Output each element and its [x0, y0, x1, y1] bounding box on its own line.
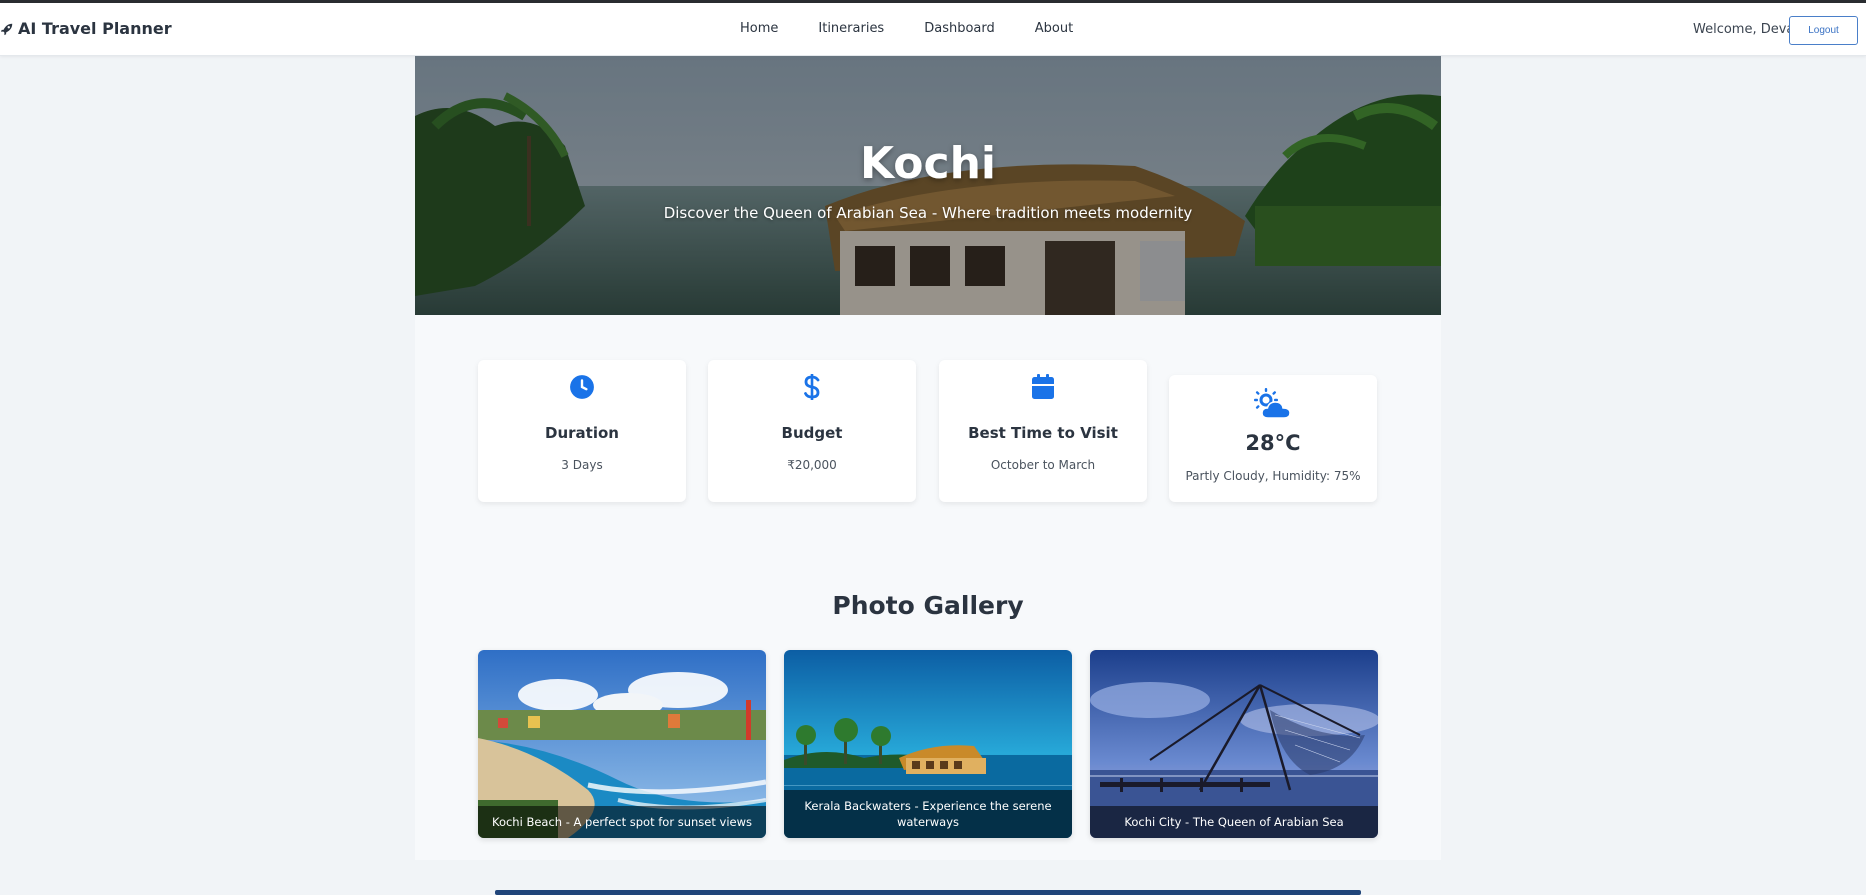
logout-button[interactable]: Logout [1789, 16, 1858, 45]
weather-details: Partly Cloudy, Humidity: 75% [1185, 469, 1361, 483]
brand-logo[interactable]: AI Travel Planner [0, 19, 172, 38]
gallery-photo-backwaters[interactable]: Kerala Backwaters - Experience the seren… [784, 650, 1072, 838]
weather-temperature: 28°C [1245, 431, 1301, 455]
gallery-photo-beach[interactable]: Kochi Beach - A perfect spot for sunset … [478, 650, 766, 838]
gallery-title: Photo Gallery [832, 591, 1024, 620]
welcome-text: Welcome, Deva [1693, 22, 1795, 37]
calendar-icon [1032, 374, 1054, 399]
destination-subtitle: Discover the Queen of Arabian Sea - Wher… [663, 204, 1193, 222]
budget-title: Budget [781, 424, 843, 442]
best-time-title: Best Time to Visit [968, 424, 1118, 442]
nav-home[interactable]: Home [740, 21, 778, 36]
duration-title: Duration [545, 424, 619, 442]
nav-itineraries[interactable]: Itineraries [818, 21, 884, 36]
budget-card: Budget ₹20,000 [708, 360, 916, 502]
partly-cloudy-icon [1254, 388, 1291, 419]
photo-caption: Kochi City - The Queen of Arabian Sea [1090, 805, 1378, 838]
duration-value: 3 Days [561, 458, 603, 472]
best-time-value: October to March [990, 458, 1096, 472]
nav-dashboard[interactable]: Dashboard [924, 21, 995, 36]
nav-links: Home Itineraries Dashboard About [740, 21, 1113, 36]
brand-name: AI Travel Planner [18, 19, 172, 38]
rocket-icon [0, 23, 13, 35]
clock-icon [570, 375, 594, 399]
dollar-icon [804, 374, 820, 400]
photo-caption: Kochi Beach - A perfect spot for sunset … [478, 805, 766, 838]
weather-card: 28°C Partly Cloudy, Humidity: 75% [1169, 375, 1377, 502]
destination-main: Kochi Discover the Queen of Arabian Sea … [415, 56, 1441, 860]
best-time-card: Best Time to Visit October to March [939, 360, 1147, 502]
destination-title: Kochi [859, 138, 997, 189]
nav-about[interactable]: About [1035, 21, 1073, 36]
navbar: AI Travel Planner Home Itineraries Dashb… [0, 3, 1866, 56]
hero-banner: Kochi Discover the Queen of Arabian Sea … [415, 56, 1441, 315]
photo-caption: Kerala Backwaters - Experience the seren… [784, 789, 1072, 838]
budget-value: ₹20,000 [787, 458, 837, 472]
duration-card: Duration 3 Days [478, 360, 686, 502]
gallery-photo-city[interactable]: Kochi City - The Queen of Arabian Sea [1090, 650, 1378, 838]
footer-edge [495, 890, 1361, 895]
